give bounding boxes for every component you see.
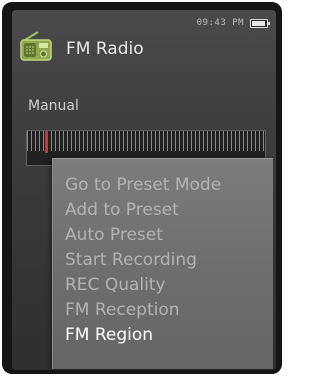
player-screen: 09:43 PM FM Radio Manual Go to Preset Mo… bbox=[12, 10, 276, 370]
menu-item-go-to-preset-mode[interactable]: Go to Preset Mode bbox=[65, 173, 221, 198]
options-menu-list: Go to Preset Mode Add to Preset Auto Pre… bbox=[65, 173, 221, 348]
radio-icon bbox=[20, 31, 52, 61]
options-menu: Go to Preset Mode Add to Preset Auto Pre… bbox=[52, 158, 273, 369]
tuner-scale bbox=[27, 131, 265, 151]
battery-icon bbox=[250, 18, 270, 28]
menu-item-rec-quality[interactable]: REC Quality bbox=[65, 273, 221, 298]
app-header: FM Radio bbox=[18, 28, 144, 64]
menu-item-add-to-preset[interactable]: Add to Preset bbox=[65, 198, 221, 223]
battery-fill bbox=[252, 20, 265, 26]
menu-item-fm-region[interactable]: FM Region bbox=[65, 323, 221, 348]
menu-item-fm-reception[interactable]: FM Reception bbox=[65, 298, 221, 323]
menu-item-auto-preset[interactable]: Auto Preset bbox=[65, 223, 221, 248]
tuner-needle bbox=[45, 131, 48, 153]
clock: 09:43 PM bbox=[196, 18, 244, 28]
menu-item-start-recording[interactable]: Start Recording bbox=[65, 248, 221, 273]
app-title: FM Radio bbox=[66, 39, 144, 59]
device-bezel: 09:43 PM FM Radio Manual Go to Preset Mo… bbox=[2, 2, 282, 374]
status-bar: 09:43 PM bbox=[196, 18, 270, 28]
tuning-mode-label: Manual bbox=[28, 98, 79, 114]
